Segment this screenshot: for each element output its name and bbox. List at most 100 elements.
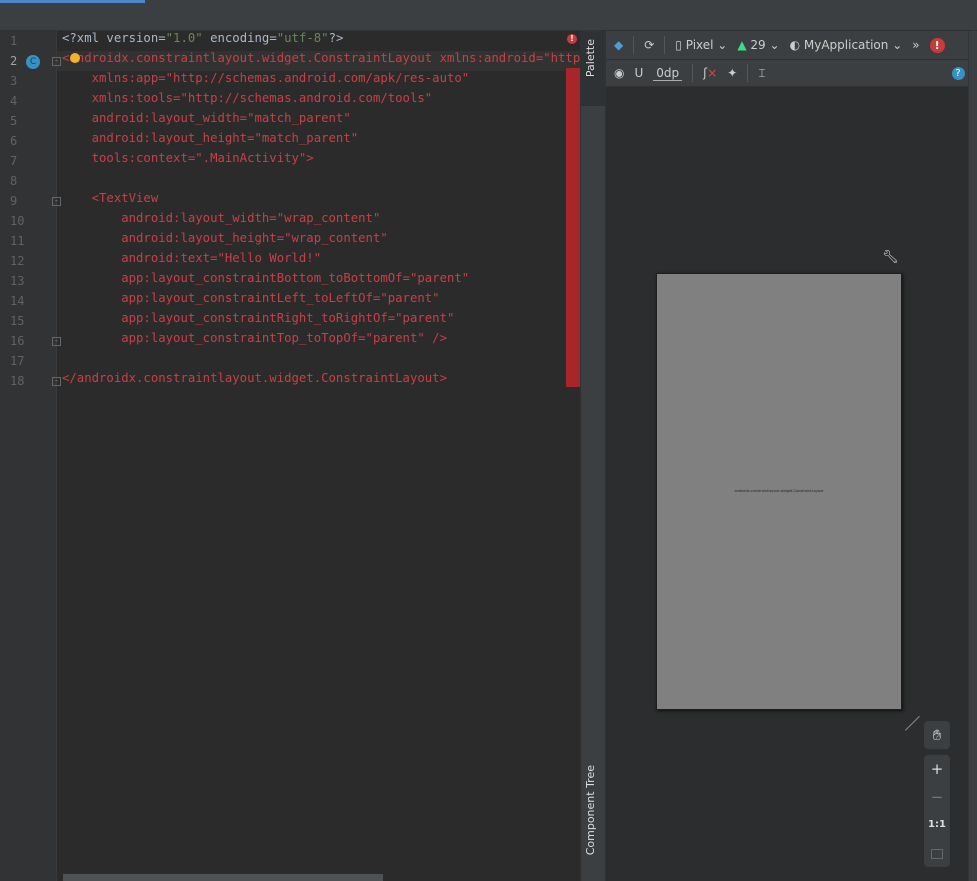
- code-token: app:layout_constraintTop_toTopOf="parent…: [62, 331, 447, 345]
- code-token: "1.0": [165, 31, 203, 45]
- right-tool-strip: [968, 31, 977, 881]
- code-editor[interactable]: <?xml version="1.0" encoding="utf-8"?> <a…: [57, 31, 580, 881]
- code-line[interactable]: android:text="Hello World!": [62, 251, 321, 271]
- code-line[interactable]: app:layout_constraintRight_toRightOf="pa…: [62, 311, 454, 331]
- code-line[interactable]: </androidx.constraintlayout.widget.Const…: [62, 371, 447, 391]
- default-margin-button[interactable]: 0dp: [653, 66, 683, 81]
- code-token: xmlns:tools="http://schemas.android.com/…: [62, 91, 433, 105]
- code-token: <TextView: [62, 191, 159, 205]
- code-token: app:layout_constraintRight_toRightOf="pa…: [62, 311, 455, 325]
- code-line[interactable]: <?xml version="1.0" encoding="utf-8"?>: [62, 31, 343, 51]
- line-number: 13: [10, 274, 25, 288]
- tab-bar: [0, 0, 977, 31]
- theme-dropdown[interactable]: ◐ MyApplication ⌄: [790, 38, 903, 52]
- device-preview[interactable]: androidx.constraintlayout.widget.Constra…: [656, 273, 902, 710]
- line-number-gutter: 1 2 3 4 5 6 7 8 9 10 11 12 13 14 15 16 17 18: [0, 31, 57, 881]
- code-line[interactable]: <TextView: [62, 191, 159, 211]
- line-number: 7: [10, 154, 18, 168]
- active-tab-indicator[interactable]: [0, 0, 145, 3]
- line-number: 14: [10, 294, 25, 308]
- code-line[interactable]: android:layout_width="match_parent": [62, 111, 351, 131]
- code-token: encoding=: [202, 31, 277, 45]
- error-icon[interactable]: !: [567, 34, 577, 44]
- line-number: 16: [10, 334, 25, 348]
- code-token: </androidx.constraintlayout.widget.Const…: [62, 371, 447, 385]
- orientation-icon[interactable]: ⟳: [644, 38, 654, 52]
- actual-size-button[interactable]: 1:1: [924, 811, 950, 839]
- component-tree-label: Component Tree: [584, 765, 597, 856]
- help-icon[interactable]: ?: [951, 66, 965, 80]
- code-token: <androidx.constraintlayout.widget.Constr…: [62, 51, 580, 65]
- code-token: app:layout_constraintBottom_toBottomOf="…: [62, 271, 470, 285]
- fold-marker-icon[interactable]: -: [52, 57, 61, 66]
- magnet-icon[interactable]: U: [634, 66, 643, 80]
- eye-icon[interactable]: ◉: [614, 66, 624, 80]
- fold-marker-icon[interactable]: -: [52, 197, 61, 206]
- code-line[interactable]: android:layout_width="wrap_content": [62, 211, 380, 231]
- api-dropdown[interactable]: ▲ 29 ⌄: [737, 38, 779, 52]
- more-button[interactable]: »: [912, 38, 919, 52]
- infer-constraints-icon[interactable]: ✦: [727, 66, 737, 80]
- code-token: app:layout_constraintLeft_toLeftOf="pare…: [62, 291, 440, 305]
- line-number: 15: [10, 314, 25, 328]
- horizontal-scrollbar[interactable]: [63, 874, 383, 881]
- fit-screen-button[interactable]: [924, 839, 950, 867]
- code-line[interactable]: android:layout_height="match_parent": [62, 131, 359, 151]
- palette-label: Palette: [584, 39, 597, 78]
- code-line[interactable]: app:layout_constraintBottom_toBottomOf="…: [62, 271, 469, 291]
- side-tool-strip: [580, 31, 606, 881]
- clear-constraints-icon[interactable]: ʃ×: [703, 66, 717, 80]
- fold-marker-icon[interactable]: -: [52, 337, 61, 346]
- code-token: ?>: [328, 31, 344, 45]
- code-line[interactable]: <androidx.constraintlayout.widget.Constr…: [62, 51, 580, 71]
- constraint-toolbar: ◉ U 0dp ʃ× ✦ ⌶ ?: [606, 60, 968, 87]
- code-token: tools:context=".MainActivity">: [62, 151, 314, 165]
- line-number: 9: [10, 194, 18, 208]
- line-number: 6: [10, 134, 18, 148]
- layers-icon[interactable]: ◆: [614, 38, 623, 52]
- code-token: <?xml version=: [62, 31, 166, 45]
- code-token: android:layout_height="wrap_content": [62, 231, 388, 245]
- hand-icon: ✋︎: [932, 726, 942, 744]
- code-line[interactable]: xmlns:tools="http://schemas.android.com/…: [62, 91, 433, 111]
- line-number: 5: [10, 114, 18, 128]
- class-gutter-icon[interactable]: C: [26, 55, 40, 69]
- android-icon: ▲: [737, 38, 747, 52]
- wrench-icon[interactable]: 🔧︎: [882, 250, 899, 265]
- fold-marker-icon[interactable]: -: [52, 377, 61, 386]
- palette-tab[interactable]: Palette: [580, 31, 606, 106]
- code-line[interactable]: app:layout_constraintLeft_toLeftOf="pare…: [62, 291, 440, 311]
- code-line[interactable]: android:layout_height="wrap_content": [62, 231, 388, 251]
- code-token: "utf-8": [276, 31, 329, 45]
- device-dropdown[interactable]: ▯ Pixel ⌄: [675, 38, 727, 52]
- line-number: 3: [10, 74, 18, 88]
- line-number: 11: [10, 234, 25, 248]
- line-number: 18: [10, 374, 25, 388]
- line-number: 1: [10, 34, 18, 48]
- code-token: android:layout_height="match_parent": [62, 131, 359, 145]
- zoom-controls: + − 1:1: [924, 755, 950, 867]
- code-line[interactable]: app:layout_constraintTop_toTopOf="parent…: [62, 331, 447, 351]
- code-token: xmlns:app="http://schemas.android.com/ap…: [62, 71, 470, 85]
- preview-text: androidx.constraintlayout.widget.Constra…: [734, 489, 824, 493]
- code-line[interactable]: tools:context=".MainActivity">: [62, 151, 314, 171]
- zoom-in-button[interactable]: +: [924, 755, 950, 783]
- line-number: 10: [10, 214, 25, 228]
- code-token: android:layout_width="wrap_content": [62, 211, 381, 225]
- code-token: android:layout_width="match_parent": [62, 111, 351, 125]
- line-number: 12: [10, 254, 25, 268]
- code-line[interactable]: xmlns:app="http://schemas.android.com/ap…: [62, 71, 470, 91]
- lightbulb-icon[interactable]: [70, 53, 80, 63]
- line-number: 4: [10, 94, 18, 108]
- code-token: android:text="Hello World!": [62, 251, 322, 265]
- line-number: 17: [10, 354, 25, 368]
- component-tree-tab[interactable]: Component Tree: [580, 765, 606, 875]
- pan-button[interactable]: ✋︎: [924, 721, 950, 749]
- guidelines-icon[interactable]: ⌶: [758, 66, 765, 81]
- fit-screen-icon: [931, 848, 943, 859]
- error-stripe[interactable]: [566, 68, 580, 387]
- error-badge[interactable]: !: [929, 37, 945, 53]
- design-toolbar: ◆ ⟳ ▯ Pixel ⌄ ▲ 29 ⌄ ◐ MyApplication ⌄ »…: [606, 31, 968, 60]
- zoom-out-button[interactable]: −: [924, 783, 950, 811]
- line-number: 8: [10, 174, 18, 188]
